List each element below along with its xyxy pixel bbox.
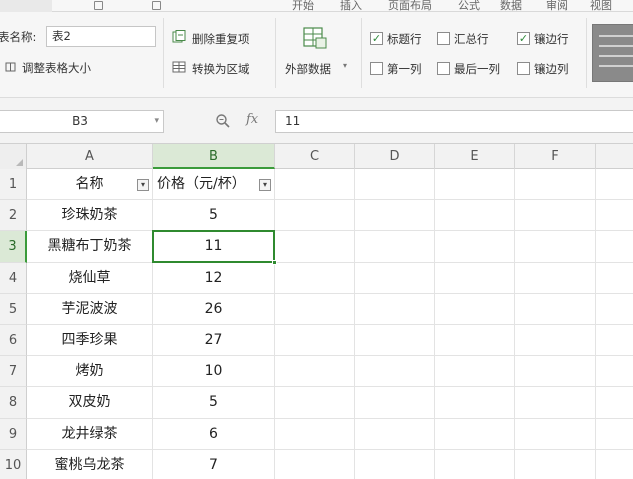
column-header-d[interactable]: D — [355, 144, 435, 169]
table-cell-price[interactable]: 10 — [153, 356, 275, 388]
first-column-checkbox[interactable] — [370, 62, 383, 75]
banded-columns-option[interactable]: 镶边列 — [517, 61, 579, 77]
banded-rows-checkbox[interactable]: ✓ — [517, 32, 530, 45]
table-cell-name[interactable]: 珍珠奶茶 — [27, 200, 153, 232]
fill-handle[interactable] — [272, 259, 277, 265]
total-row-checkbox[interactable] — [437, 32, 450, 45]
remove-duplicates-button[interactable]: 删除重复项 — [172, 30, 270, 48]
row-header-10[interactable]: 10 — [0, 449, 27, 479]
banded-columns-label: 镶边列 — [534, 62, 569, 76]
total-row-label: 汇总行 — [454, 32, 489, 46]
table-cell-price[interactable]: 5 — [153, 200, 275, 232]
header-row-label: 标题行 — [387, 32, 422, 46]
external-data-icon — [303, 27, 327, 49]
table-cell-name[interactable]: 双皮奶 — [27, 387, 153, 419]
banded-rows-label: 镶边行 — [534, 32, 569, 46]
worksheet-grid: ABCDEF 1 2 3 4 5 6 7 8 9 10 名称 价格（元/杯） ▾ ▾ 珍珠奶茶 黑糖布丁奶茶烧… — [0, 144, 633, 479]
row-header-7[interactable]: 7 — [0, 356, 27, 388]
column-header-b[interactable]: B — [153, 144, 275, 169]
table-cell-price[interactable]: 6 — [153, 418, 275, 450]
remove-duplicates-label: 删除重复项 — [192, 32, 250, 46]
row-header-3[interactable]: 3 — [0, 231, 27, 263]
convert-to-range-button[interactable]: 转换为区域 — [172, 60, 270, 78]
table-style-gallery[interactable] — [592, 24, 633, 82]
ribbon-divider — [361, 18, 362, 88]
formula-input[interactable]: 11 — [275, 110, 633, 133]
cell-reference: B3 — [72, 114, 88, 128]
chevron-down-icon: ▾ — [343, 61, 348, 70]
name-box-dropdown-icon[interactable]: ▾ — [154, 111, 159, 132]
table-cell-price[interactable]: 27 — [153, 325, 275, 357]
table-cell-price[interactable]: 5 — [153, 387, 275, 419]
save-icon[interactable] — [94, 1, 103, 10]
header-row-checkbox[interactable]: ✓ — [370, 32, 383, 45]
ribbon-divider — [586, 18, 587, 88]
last-column-option[interactable]: 最后一列 — [437, 61, 513, 77]
convert-to-range-label: 转换为区域 — [192, 62, 250, 76]
table-cell-name[interactable]: 芋泥波波 — [27, 293, 153, 325]
table-cell-name[interactable]: 烧仙草 — [27, 262, 153, 294]
row-header-4[interactable]: 4 — [0, 262, 27, 294]
spreadsheet-window: 开始 插入 页面布局 公式 数据 审阅 视图 表名称: 表2 调整表格大小 删除… — [0, 0, 633, 479]
total-row-option[interactable]: 汇总行 — [437, 31, 499, 47]
resize-table-button[interactable]: 调整表格大小 — [4, 58, 114, 76]
zoom-icon[interactable] — [215, 113, 231, 129]
remove-duplicates-icon — [172, 30, 186, 43]
header-row-option[interactable]: ✓ 标题行 — [370, 31, 432, 47]
table-cell-name[interactable]: 黑糖布丁奶茶 — [27, 231, 153, 263]
table-cell-price[interactable]: 12 — [153, 262, 275, 294]
ribbon-divider — [275, 18, 276, 88]
name-box[interactable]: B3 ▾ — [0, 110, 164, 133]
banded-rows-option[interactable]: ✓ 镶边行 — [517, 31, 579, 47]
ribbon-divider — [163, 18, 164, 88]
select-all-corner[interactable] — [0, 144, 27, 169]
table-cell-name[interactable]: 四季珍果 — [27, 325, 153, 357]
table-cell-name[interactable]: 蜜桃乌龙茶 — [27, 449, 153, 479]
first-column-option[interactable]: 第一列 — [370, 61, 432, 77]
column-header-f[interactable]: F — [515, 144, 596, 169]
print-icon[interactable] — [152, 1, 161, 10]
resize-table-icon — [5, 62, 16, 72]
fx-icon[interactable]: fx — [246, 112, 258, 127]
column-header-row: ABCDEF — [0, 144, 633, 169]
column-header-g[interactable] — [596, 144, 633, 169]
row-header-1[interactable]: 1 — [0, 169, 27, 201]
last-column-label: 最后一列 — [454, 62, 500, 76]
external-data-button[interactable]: 外部数据 ▾ — [280, 24, 356, 84]
menu-bar: 开始 插入 页面布局 公式 数据 审阅 视图 — [0, 0, 633, 12]
table-cell-name[interactable]: 龙井绿茶 — [27, 418, 153, 450]
convert-to-range-icon — [172, 61, 186, 73]
row-header-2[interactable]: 2 — [0, 200, 27, 232]
filter-button-name[interactable]: ▾ — [137, 179, 149, 191]
banded-columns-checkbox[interactable] — [517, 62, 530, 75]
table-cell-price[interactable]: 26 — [153, 293, 275, 325]
table-name-input[interactable]: 表2 — [46, 26, 156, 47]
column-header-a[interactable]: A — [27, 144, 153, 169]
first-column-label: 第一列 — [387, 62, 422, 76]
table-header-name[interactable]: 名称 — [27, 169, 153, 201]
table-cell-price[interactable]: 11 — [153, 231, 275, 263]
table-cell-price[interactable]: 7 — [153, 449, 275, 479]
filter-button-price[interactable]: ▾ — [259, 179, 271, 191]
file-menu[interactable] — [0, 0, 52, 12]
row-header-8[interactable]: 8 — [0, 387, 27, 419]
last-column-checkbox[interactable] — [437, 62, 450, 75]
table-header-price[interactable]: 价格（元/杯） — [153, 169, 275, 201]
table-tools-ribbon: 表名称: 表2 调整表格大小 删除重复项 转换为区域 外部数据 ▾ ✓ 标题行 … — [0, 12, 633, 98]
table-name-label: 表名称: — [0, 30, 37, 44]
formula-bar: B3 ▾ fx 11 — [0, 98, 633, 144]
row-header-5[interactable]: 5 — [0, 293, 27, 325]
row-header-9[interactable]: 9 — [0, 418, 27, 450]
external-data-label: 外部数据 — [285, 62, 331, 76]
column-header-c[interactable]: C — [275, 144, 355, 169]
resize-table-label: 调整表格大小 — [22, 61, 91, 75]
table-cell-name[interactable]: 烤奶 — [27, 356, 153, 388]
row-header-6[interactable]: 6 — [0, 325, 27, 357]
column-header-e[interactable]: E — [435, 144, 515, 169]
